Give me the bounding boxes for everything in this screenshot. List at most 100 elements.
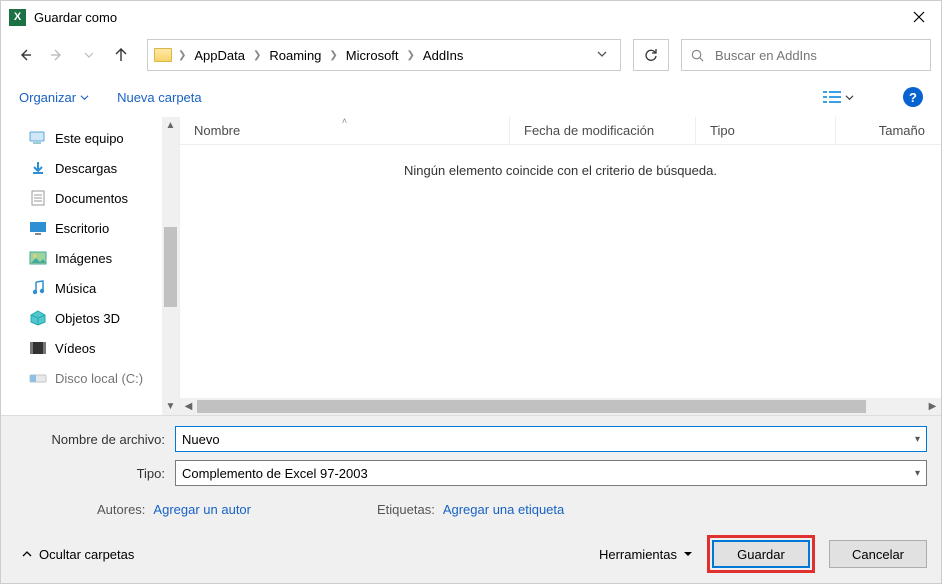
tree-item-3d-objects[interactable]: Objetos 3D xyxy=(15,303,179,333)
tree-label: Descargas xyxy=(55,161,117,176)
column-type[interactable]: Tipo xyxy=(696,117,836,144)
highlight-box: Guardar xyxy=(707,535,815,573)
arrow-right-icon xyxy=(49,47,65,63)
breadcrumb-segment[interactable]: AddIns xyxy=(419,46,467,65)
filetype-label: Tipo: xyxy=(15,466,175,481)
folder-icon xyxy=(154,48,172,62)
excel-icon: X xyxy=(9,9,26,26)
authors-label: Autores: xyxy=(97,502,145,517)
breadcrumb-segment[interactable]: Microsoft xyxy=(342,46,403,65)
video-icon xyxy=(29,340,47,356)
toolbar: Organizar Nueva carpeta ? xyxy=(1,77,941,117)
sort-asc-icon: ˄ xyxy=(342,116,347,126)
image-icon xyxy=(29,250,47,266)
authors-input[interactable]: Agregar un autor xyxy=(153,502,251,517)
recent-dropdown[interactable] xyxy=(75,41,103,69)
search-box[interactable] xyxy=(681,39,931,71)
save-button[interactable]: Guardar xyxy=(712,540,810,568)
column-size[interactable]: Tamaño xyxy=(836,117,941,144)
download-icon xyxy=(29,160,47,176)
chevron-down-icon[interactable]: ▾ xyxy=(909,468,920,479)
breadcrumb-segment[interactable]: Roaming xyxy=(265,46,325,65)
search-input[interactable] xyxy=(713,47,922,64)
chevron-down-icon xyxy=(845,93,854,102)
filetype-field[interactable]: Complemento de Excel 97-2003 ▾ xyxy=(175,460,927,486)
bottom-panel: Nombre de archivo: Nuevo ▾ Tipo: Complem… xyxy=(1,415,941,583)
meta-row: Autores: Agregar un autor Etiquetas: Agr… xyxy=(15,494,927,529)
breadcrumb-segment[interactable]: AppData xyxy=(190,46,249,65)
main-area: Este equipo Descargas Documentos Escrito… xyxy=(1,117,941,415)
tree-label: Vídeos xyxy=(55,341,95,356)
filename-field[interactable]: Nuevo ▾ xyxy=(175,426,927,452)
chevron-down-icon xyxy=(84,50,94,60)
tree-label: Imágenes xyxy=(55,251,112,266)
new-folder-button[interactable]: Nueva carpeta xyxy=(117,90,202,105)
cancel-button[interactable]: Cancelar xyxy=(829,540,927,568)
desktop-icon xyxy=(29,220,47,236)
chevron-right-icon: ❯ xyxy=(407,50,415,61)
filename-label: Nombre de archivo: xyxy=(15,432,175,447)
tree-label: Música xyxy=(55,281,96,296)
back-button[interactable] xyxy=(11,41,39,69)
scroll-left-icon[interactable]: ◀ xyxy=(180,398,197,415)
nav-bar: ❯ AppData ❯ Roaming ❯ Microsoft ❯ AddIns xyxy=(1,33,941,77)
tree-item-pictures[interactable]: Imágenes xyxy=(15,243,179,273)
tree-label: Este equipo xyxy=(55,131,124,146)
title-bar: X Guardar como xyxy=(1,1,941,33)
chevron-right-icon: ❯ xyxy=(178,50,186,61)
address-dropdown[interactable] xyxy=(590,48,614,63)
chevron-right-icon: ❯ xyxy=(329,50,337,61)
action-row: Ocultar carpetas Herramientas Guardar Ca… xyxy=(15,529,927,573)
tree-scrollbar[interactable]: ▲ ▼ xyxy=(162,117,179,415)
scroll-down-icon[interactable]: ▼ xyxy=(162,398,179,415)
view-options-button[interactable] xyxy=(816,85,861,109)
arrow-up-icon xyxy=(113,47,129,63)
drive-icon xyxy=(29,370,47,386)
hide-folders-button[interactable]: Ocultar carpetas xyxy=(15,547,134,562)
search-icon xyxy=(690,48,705,63)
tree-item-music[interactable]: Música xyxy=(15,273,179,303)
organize-menu[interactable]: Organizar xyxy=(19,90,89,105)
tree-item-downloads[interactable]: Descargas xyxy=(15,153,179,183)
window-title: Guardar como xyxy=(34,10,896,25)
tree-label: Documentos xyxy=(55,191,128,206)
tree-item-videos[interactable]: Vídeos xyxy=(15,333,179,363)
nav-tree: Este equipo Descargas Documentos Escrito… xyxy=(1,117,179,415)
tree-item-documents[interactable]: Documentos xyxy=(15,183,179,213)
file-list: ˄Nombre Fecha de modificación Tipo Tamañ… xyxy=(179,117,941,415)
up-button[interactable] xyxy=(107,41,135,69)
empty-message: Ningún elemento coincide con el criterio… xyxy=(180,145,941,398)
tree-label: Disco local (C:) xyxy=(55,371,143,386)
chevron-down-icon xyxy=(596,48,608,60)
scroll-thumb[interactable] xyxy=(197,400,866,413)
forward-button[interactable] xyxy=(43,41,71,69)
scroll-thumb[interactable] xyxy=(164,227,177,307)
help-button[interactable]: ? xyxy=(903,87,923,107)
address-bar[interactable]: ❯ AppData ❯ Roaming ❯ Microsoft ❯ AddIns xyxy=(147,39,621,71)
chevron-up-icon xyxy=(21,548,33,560)
pc-icon xyxy=(29,130,47,146)
list-hscrollbar[interactable]: ◀ ▶ xyxy=(180,398,941,415)
column-date[interactable]: Fecha de modificación xyxy=(510,117,696,144)
chevron-down-icon xyxy=(80,93,89,102)
scroll-right-icon[interactable]: ▶ xyxy=(924,398,941,415)
column-headers: ˄Nombre Fecha de modificación Tipo Tamañ… xyxy=(180,117,941,145)
filename-value: Nuevo xyxy=(182,432,220,447)
column-name[interactable]: ˄Nombre xyxy=(180,117,510,144)
tree-label: Objetos 3D xyxy=(55,311,120,326)
arrow-left-icon xyxy=(17,47,33,63)
cube-icon xyxy=(29,310,47,326)
music-icon xyxy=(29,280,47,296)
refresh-button[interactable] xyxy=(633,39,669,71)
tree-item-desktop[interactable]: Escritorio xyxy=(15,213,179,243)
view-icon xyxy=(823,90,841,104)
chevron-down-icon xyxy=(683,549,693,559)
tools-menu[interactable]: Herramientas xyxy=(599,547,693,562)
tree-item-local-disk[interactable]: Disco local (C:) xyxy=(15,363,179,393)
scroll-up-icon[interactable]: ▲ xyxy=(162,117,179,134)
tags-input[interactable]: Agregar una etiqueta xyxy=(443,502,564,517)
tree-item-this-pc[interactable]: Este equipo xyxy=(15,123,179,153)
organize-label: Organizar xyxy=(19,90,76,105)
chevron-down-icon[interactable]: ▾ xyxy=(909,434,920,445)
close-button[interactable] xyxy=(896,1,941,33)
